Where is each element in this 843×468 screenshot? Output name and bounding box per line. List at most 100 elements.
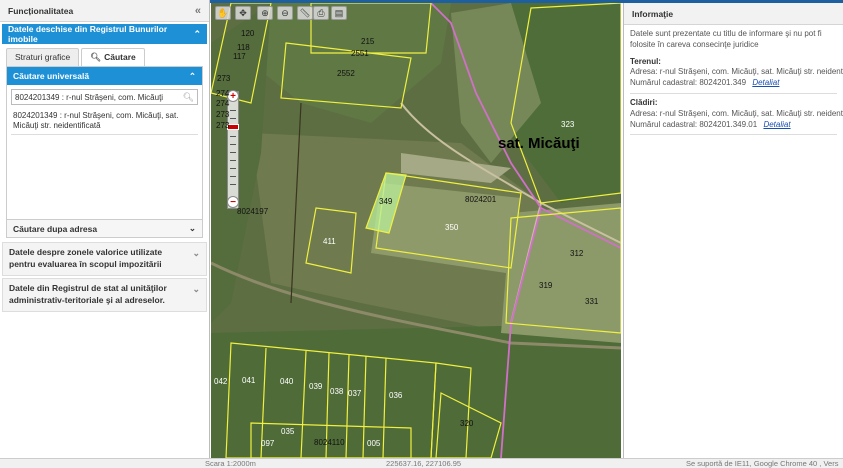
coords-text: 225637.16, 227106.95: [386, 459, 462, 468]
parcel-label: 215: [361, 37, 375, 46]
parcel-label: 274: [216, 89, 230, 98]
parcel-label: 036: [389, 391, 403, 400]
buildings-details-link[interactable]: Detaliat: [763, 120, 790, 129]
search-field[interactable]: 🔍︎: [11, 89, 198, 105]
valuation-zones-label: Datele despre zonele valorice utilizate …: [9, 247, 163, 269]
universal-search-title: Căutare universală: [13, 71, 90, 81]
parcel-label: 274: [216, 99, 230, 108]
parcel-label: 118: [237, 43, 250, 52]
search-icon: 🔍︎: [90, 52, 102, 62]
tab-bar: Straturi grafice 🔍︎ Căutare: [0, 44, 209, 66]
parcel-label: 038: [330, 387, 344, 396]
left-panel-header: Funcționalitatea «: [0, 0, 209, 22]
pan-icon[interactable]: ✋: [215, 6, 231, 20]
universal-search-header[interactable]: Căutare universală ⌃: [7, 67, 202, 85]
cadastral-label: 8024197: [237, 207, 269, 216]
zoom-tick: [230, 144, 236, 145]
parcel-label: 097: [261, 439, 275, 448]
parcel-label: 273: [216, 110, 230, 119]
double-chevron-left-icon[interactable]: «: [195, 5, 201, 17]
measure-icon[interactable]: 📏︎: [297, 6, 313, 20]
registry-header-label: Datele deschise din Registrul Bunurilor …: [8, 24, 168, 44]
print-icon[interactable]: ⎙: [313, 6, 329, 20]
valuation-zones-section[interactable]: Datele despre zonele valorice utilizate …: [2, 242, 207, 276]
satellite-map[interactable]: [211, 3, 621, 458]
chevron-up-icon[interactable]: ⌃: [189, 71, 196, 82]
buildings-address: Adresa: r-nul Străşeni, com. Micăuţi, sa…: [630, 108, 843, 118]
land-address: Adresa: r-nul Străşeni, com. Micăuţi, sa…: [630, 67, 843, 77]
info-content: Datele sunt prezentate cu titlu de infor…: [624, 25, 843, 143]
parcel-label: 8024201: [465, 195, 497, 204]
parcel-label: 2551: [351, 49, 369, 58]
parcel-label: 035: [281, 427, 295, 436]
parcel-label: 319: [539, 281, 553, 290]
tab-search[interactable]: 🔍︎ Căutare: [81, 48, 145, 66]
search-icon[interactable]: 🔍︎: [183, 92, 194, 103]
parcel-label: 2552: [337, 69, 355, 78]
zoom-tick: [230, 184, 236, 185]
parcel-label: 323: [561, 120, 575, 129]
scale-text: Scara 1:2000m: [205, 459, 256, 468]
tab-search-label: Căutare: [104, 52, 136, 62]
left-panel-title: Funcționalitatea: [8, 5, 74, 16]
parcel-label: 349: [379, 197, 393, 206]
left-panel: Funcționalitatea « Datele deschise din R…: [0, 0, 210, 458]
map-view[interactable]: ✋ ✥ ⊕ ⊖ 📏︎ ⎙ ▤ + − 120 118 117 215 2551 …: [211, 3, 621, 458]
zoom-tick: [230, 160, 236, 161]
zoom-out-box-icon[interactable]: ⊖: [277, 6, 293, 20]
land-cadastral: Numărul cadastral: 8024201.349: [630, 78, 747, 88]
land-label: Terenul:: [630, 56, 661, 66]
admin-units-section[interactable]: Datele din Registrul de stat al unităţil…: [2, 277, 207, 312]
parcel-label: 350: [445, 223, 459, 232]
registry-header[interactable]: Datele deschise din Registrul Bunurilor …: [2, 24, 207, 44]
parcel-label: 037: [348, 389, 362, 398]
chevron-down-icon: ⌄: [188, 223, 196, 233]
info-panel-header: Informaţie: [624, 3, 843, 25]
address-search-label: Căutare dupa adresa: [13, 223, 98, 234]
buildings-cadastral-row: Numărul cadastral: 8024201.349.01 Detali…: [630, 120, 837, 131]
parcel-label: 320: [460, 419, 474, 428]
zoom-tick: [230, 110, 236, 111]
divider: [630, 92, 837, 94]
address-search-toggle[interactable]: Căutare dupa adresa ⌄: [7, 219, 202, 237]
chevron-down-icon: ⌄: [192, 283, 200, 294]
universal-search-section: Căutare universală ⌃ 🔍︎ 8024201349 : r-n…: [6, 66, 203, 238]
chevron-down-icon: ⌄: [192, 248, 200, 258]
search-input[interactable]: [15, 92, 183, 102]
parcel-label: 005: [367, 439, 381, 448]
zoom-tick: [230, 168, 236, 169]
layers-icon[interactable]: ▤: [331, 6, 347, 20]
village-label: sat. Micăuţi: [498, 135, 580, 152]
zoom-tick: [230, 118, 236, 119]
info-panel-title: Informaţie: [632, 8, 674, 19]
buildings-label: Clădiri:: [630, 97, 658, 107]
parcel-label: 117: [233, 52, 246, 61]
parcel-label: 120: [241, 29, 255, 38]
divider: [630, 134, 837, 136]
zoom-tick: [230, 176, 236, 177]
parcel-label: 411: [323, 237, 336, 246]
parcel-label: 273: [216, 121, 230, 130]
move-icon[interactable]: ✥: [235, 6, 251, 20]
chevron-up-icon[interactable]: ⌃: [193, 29, 201, 40]
parcel-label: 039: [309, 382, 323, 391]
land-details-link[interactable]: Detaliat: [752, 78, 779, 87]
parcel-label: 8024110: [314, 438, 345, 447]
zoom-slider[interactable]: + −: [227, 90, 239, 209]
buildings-cadastral: Numărul cadastral: 8024201.349.01: [630, 119, 758, 129]
parcel-label: 042: [214, 377, 228, 386]
zoom-tick: [230, 152, 236, 153]
browser-support-text: Se suportă de IE11, Google Chrome 40 , V…: [686, 459, 839, 468]
parcel-label: 312: [570, 249, 584, 258]
admin-units-label: Datele din Registrul de stat al unităţil…: [9, 282, 167, 305]
disclaimer-text: Datele sunt prezentate cu titlu de infor…: [630, 29, 822, 49]
land-cadastral-row: Numărul cadastral: 8024201.349 Detaliat: [630, 78, 837, 89]
tab-graphic-layers[interactable]: Straturi grafice: [6, 48, 80, 66]
info-panel: Informaţie Datele sunt prezentate cu tit…: [623, 3, 843, 458]
parcel-label: 331: [585, 297, 599, 306]
search-result-item[interactable]: 8024201349 : r-nul Străşeni, com. Micăuţ…: [11, 109, 198, 135]
tab-graphic-layers-label: Straturi grafice: [15, 52, 71, 62]
universal-search-body: 🔍︎ 8024201349 : r-nul Străşeni, com. Mic…: [7, 85, 202, 219]
zoom-in-box-icon[interactable]: ⊕: [257, 6, 273, 20]
parcel-label: 041: [242, 376, 256, 385]
